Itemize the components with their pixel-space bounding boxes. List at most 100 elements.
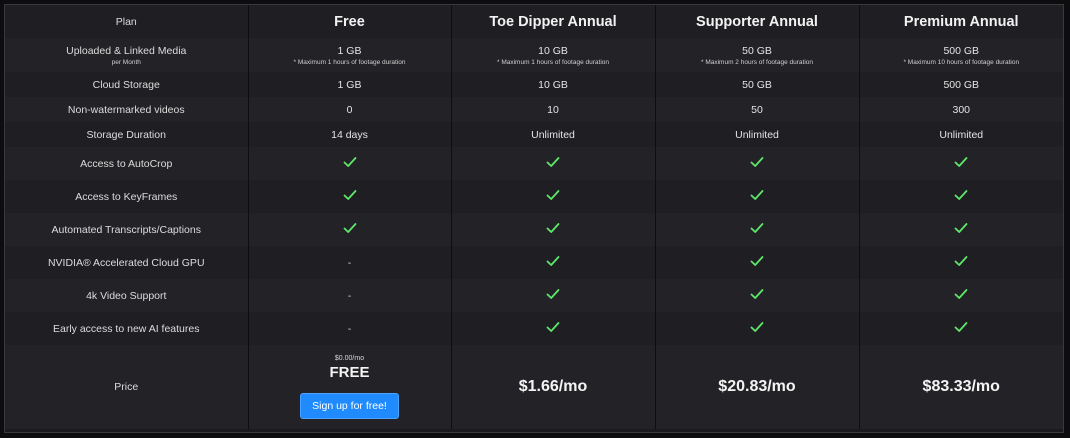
row-label: Access to AutoCrop [5, 147, 249, 180]
plan-name-premium: Premium Annual [859, 5, 1063, 38]
check-icon [750, 255, 764, 267]
cell-free [248, 213, 452, 246]
cell-premium: 500 GB * Maximum 10 hours of footage dur… [859, 38, 1063, 72]
cell-free: 14 days [248, 122, 452, 147]
table-row: 4k Video Support - [5, 279, 1063, 312]
cell-supporter: 50 [655, 97, 860, 122]
cell-premium [859, 312, 1063, 345]
row-price: Price $0.00/mo FREE Sign up for free! $1… [5, 345, 1063, 429]
table-row: Automated Transcripts/Captions [5, 213, 1063, 246]
table-row: Non-watermarked videos 0 10 50 300 [5, 97, 1063, 122]
cell-free: 0 [248, 97, 452, 122]
price-toe-dipper: $1.66/mo [518, 378, 588, 395]
cell-premium [859, 246, 1063, 279]
price-label: Price [5, 345, 249, 429]
check-icon [546, 255, 560, 267]
table-row: NVIDIA® Accelerated Cloud GPU - [5, 246, 1063, 279]
row-label: NVIDIA® Accelerated Cloud GPU [5, 246, 249, 279]
dash-placeholder: - [347, 322, 352, 335]
cell-value: 500 GB [943, 78, 980, 91]
check-icon [750, 321, 764, 333]
cell-free: 1 GB * Maximum 1 hours of footage durati… [248, 38, 452, 72]
check-icon [954, 288, 968, 300]
row-label: Non-watermarked videos [5, 97, 249, 122]
cell-note: * Maximum 1 hours of footage duration [293, 58, 406, 66]
row-label: Cloud Storage [5, 72, 249, 97]
plan-header-row: Plan Free Toe Dipper Annual Supporter An… [5, 5, 1063, 38]
cell-value: 50 [751, 103, 763, 116]
cell-supporter [655, 312, 860, 345]
row-label: Storage Duration [5, 122, 249, 147]
table-row: Access to KeyFrames [5, 180, 1063, 213]
check-icon [954, 222, 968, 234]
cell-free: 1 GB [248, 72, 452, 97]
feature-rows: Cloud Storage 1 GB 10 GB 50 GB 500 GB Non-wat… [5, 72, 1063, 345]
cell-value: 1 GB [337, 78, 362, 91]
cell-free [248, 180, 452, 213]
cell-note: * Maximum 10 hours of footage duration [903, 58, 1020, 66]
check-icon [546, 321, 560, 333]
cell-supporter: 50 GB * Maximum 2 hours of footage durat… [655, 38, 860, 72]
check-icon [343, 189, 357, 201]
price-cell-supporter: $20.83/mo [655, 345, 860, 429]
row-label: Early access to new AI features [5, 312, 249, 345]
check-icon [343, 156, 357, 168]
cell-toe-dipper [451, 246, 656, 279]
check-icon [750, 288, 764, 300]
price-cell-premium: $83.33/mo [859, 345, 1063, 429]
cell-value: Unlimited [531, 128, 575, 141]
cell-premium: 300 [859, 97, 1063, 122]
cell-supporter [655, 279, 860, 312]
cell-free: - [248, 279, 452, 312]
check-icon [954, 156, 968, 168]
plan-name-toe-dipper: Toe Dipper Annual [451, 5, 656, 38]
price-free-text: FREE [329, 364, 370, 381]
check-icon [546, 189, 560, 201]
cell-value: 10 [547, 103, 559, 116]
cell-value: 500 GB [943, 44, 980, 57]
row-uploaded-media: Uploaded & Linked Media per Month 1 GB *… [5, 38, 1063, 72]
check-icon [546, 288, 560, 300]
check-icon [954, 321, 968, 333]
table-row: Early access to new AI features - [5, 312, 1063, 345]
cell-free [248, 147, 452, 180]
check-icon [546, 222, 560, 234]
cell-toe-dipper: 10 GB [451, 72, 656, 97]
check-icon [954, 255, 968, 267]
cell-supporter: Unlimited [655, 122, 860, 147]
plan-header-label: Plan [5, 5, 249, 38]
cell-premium [859, 279, 1063, 312]
check-icon [954, 189, 968, 201]
cell-free: - [248, 246, 452, 279]
table-row: Storage Duration 14 days Unlimited Unlimite… [5, 122, 1063, 147]
cell-premium [859, 213, 1063, 246]
table-row: Access to AutoCrop [5, 147, 1063, 180]
cell-supporter [655, 213, 860, 246]
table-row: Cloud Storage 1 GB 10 GB 50 GB 500 GB [5, 72, 1063, 97]
cell-value: 50 GB [742, 44, 772, 57]
cell-supporter [655, 180, 860, 213]
price-supporter: $20.83/mo [718, 378, 796, 395]
cell-value: 0 [346, 103, 353, 116]
price-cell-toe-dipper: $1.66/mo [451, 345, 656, 429]
cell-premium: Unlimited [859, 122, 1063, 147]
pricing-table: Plan Free Toe Dipper Annual Supporter An… [5, 5, 1063, 429]
row-label: Uploaded & Linked Media per Month [5, 38, 249, 72]
row-label: Access to KeyFrames [5, 180, 249, 213]
cell-supporter [655, 246, 860, 279]
plan-name-supporter: Supporter Annual [655, 5, 860, 38]
cell-supporter: 50 GB [655, 72, 860, 97]
plan-name-free: Free [248, 5, 452, 38]
signup-free-button[interactable]: Sign up for free! [300, 393, 399, 419]
row-label: 4k Video Support [5, 279, 249, 312]
cell-supporter [655, 147, 860, 180]
cell-value: 14 days [331, 128, 368, 141]
cell-value: 1 GB [337, 44, 362, 57]
check-icon [546, 156, 560, 168]
cell-premium [859, 147, 1063, 180]
cell-toe-dipper [451, 147, 656, 180]
cell-note: * Maximum 1 hours of footage duration [496, 58, 609, 66]
check-icon [343, 222, 357, 234]
cell-premium [859, 180, 1063, 213]
check-icon [750, 156, 764, 168]
